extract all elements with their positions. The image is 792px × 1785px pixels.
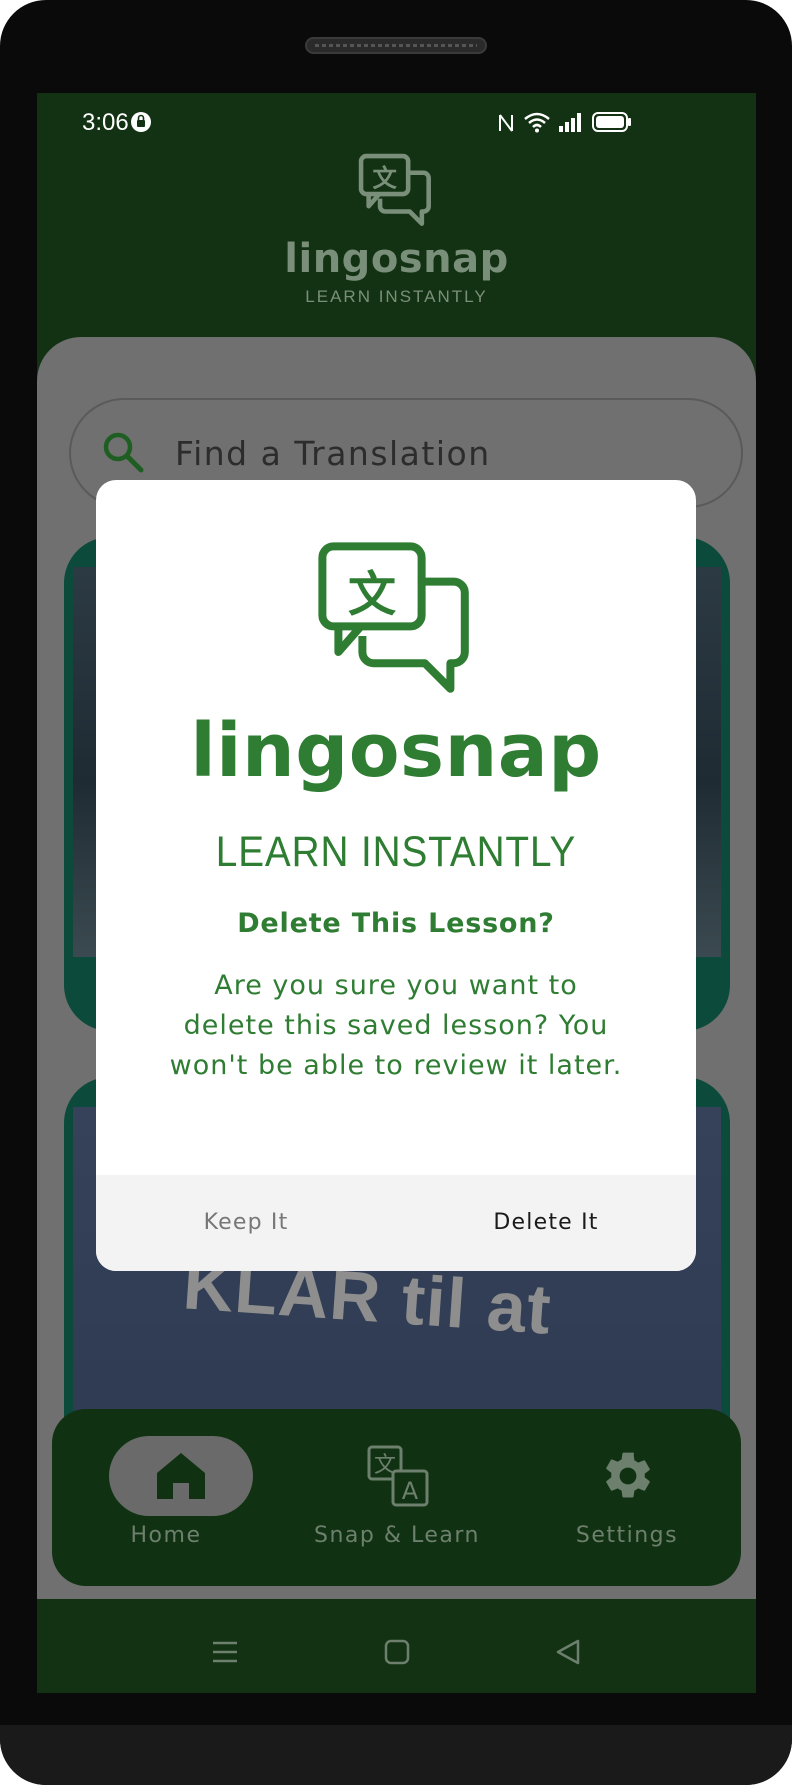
phone-chin [0,1725,792,1785]
wifi-icon [524,112,550,133]
search-input[interactable]: Find a Translation [175,434,491,473]
dialog-tagline: LEARN INSTANTLY [215,828,577,876]
svg-text:A: A [402,1477,419,1505]
chat-translate-logo-icon: 文 [358,153,431,226]
phone-frame: 3:06 文 lingosnap LEARN INSTANTLY Find a … [0,0,792,1785]
home-icon [157,1453,205,1499]
status-bar: 3:06 [37,93,756,153]
delete-lesson-dialog: 文 lingosnap LEARN INSTANTLY Delete This … [96,480,696,1271]
chat-translate-logo-icon: 文 [318,542,469,693]
recent-apps-icon[interactable] [211,1640,239,1664]
system-navigation-bar [37,1605,756,1693]
nav-settings[interactable]: Settings [527,1409,727,1586]
dialog-app-name: lingosnap [190,708,602,794]
signal-icon [559,113,581,132]
home-button-icon[interactable] [384,1639,410,1665]
nav-settings-label: Settings [575,1523,679,1548]
delete-it-button[interactable]: Delete It [396,1175,696,1271]
nav-snap-learn[interactable]: 文 A Snap & Learn [297,1409,497,1586]
gear-icon [606,1452,650,1498]
search-icon [103,432,144,473]
translate-icon: 文 A [367,1445,429,1507]
nav-snap-learn-label: Snap & Learn [314,1523,480,1548]
nav-home-label: Home [130,1523,202,1548]
dialog-actions: Keep It Delete It [96,1175,696,1271]
header-tagline: LEARN INSTANTLY [305,287,488,306]
back-icon[interactable] [555,1639,581,1665]
svg-text:文: 文 [372,163,397,192]
dialog-title: Delete This Lesson? [237,908,555,939]
status-time: 3:06 [82,109,129,136]
keep-it-button[interactable]: Keep It [96,1175,396,1271]
svg-text:文: 文 [348,566,396,622]
bottom-navigation: Home 文 A Snap & Learn Settings [52,1409,741,1586]
battery-icon [592,112,631,132]
dialog-message: Are you sure you want to delete this sav… [169,970,623,1081]
shield-notification-icon [131,112,151,132]
nav-home[interactable]: Home [66,1409,266,1586]
header-logo: 文 lingosnap LEARN INSTANTLY [37,153,756,333]
earpiece-speaker [305,37,487,54]
header-app-name: lingosnap [284,236,509,282]
nfc-icon [499,114,513,132]
